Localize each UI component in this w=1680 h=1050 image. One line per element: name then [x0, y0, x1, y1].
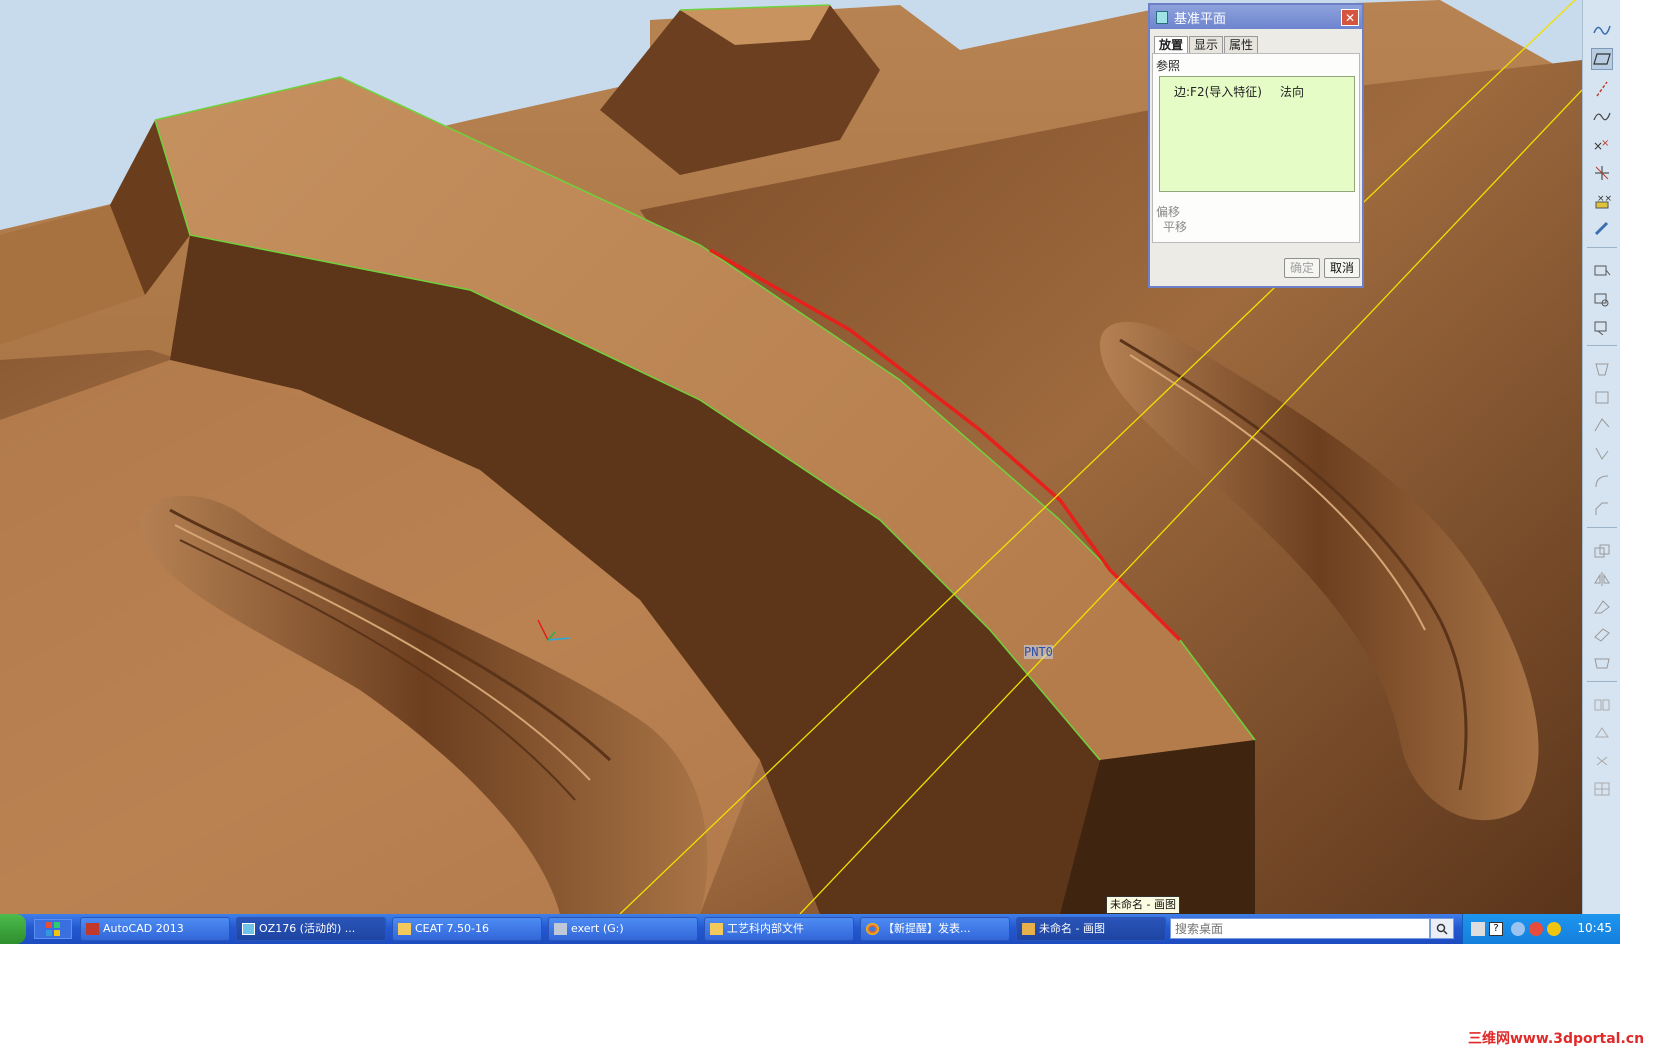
svg-text:××: ××	[1597, 194, 1611, 204]
pattern-tool-icon[interactable]	[1591, 694, 1613, 716]
copy-tool-icon[interactable]	[1591, 540, 1613, 562]
taskbar-item-folder-internal[interactable]: 工艺科内部文件	[704, 917, 854, 941]
cancel-button[interactable]: 取消	[1324, 258, 1360, 278]
search-icon[interactable]	[1430, 918, 1454, 939]
ok-button[interactable]: 确定	[1284, 258, 1320, 278]
paint-icon	[1022, 923, 1035, 935]
sketched-curve-tool-icon[interactable]	[1591, 106, 1613, 128]
extrude-tool-icon[interactable]	[1591, 260, 1613, 282]
coordinate-system-tool-icon[interactable]	[1591, 162, 1613, 184]
watermark-text: 三维网www.3dportal.cn	[1468, 1031, 1645, 1047]
desktop-search-input[interactable]	[1170, 918, 1430, 939]
taskbar-item-autocad[interactable]: AutoCAD 2013	[80, 917, 230, 941]
grid-tool-icon[interactable]	[1591, 778, 1613, 800]
datum-axis-tool-icon[interactable]	[1591, 78, 1613, 100]
taskbar-tooltip: 未命名 - 画图	[1106, 896, 1180, 914]
rib-tool-icon[interactable]	[1591, 414, 1613, 436]
security-icon[interactable]	[1529, 922, 1543, 936]
placement-panel: 参照 边:F2(导入特征) 法向 偏移 平移	[1152, 53, 1360, 243]
reference-direction-select[interactable]: 法向	[1280, 85, 1304, 99]
autocad-icon	[86, 923, 99, 935]
references-label: 参照	[1156, 59, 1181, 73]
shell-tool-icon[interactable]	[1591, 386, 1613, 408]
offset-tool-icon[interactable]	[1591, 722, 1613, 744]
sweep-tool-icon[interactable]	[1591, 316, 1613, 338]
folder-icon	[398, 923, 411, 935]
tab-properties[interactable]: 属性	[1224, 36, 1259, 54]
chamfer-tool-icon[interactable]	[1591, 498, 1613, 520]
dialog-title: 基准平面	[1174, 11, 1227, 27]
taskbar-item-proe-active[interactable]: OZ176 (活动的) ...	[236, 917, 386, 941]
trim-tool-icon[interactable]	[1591, 624, 1613, 646]
intersect-tool-icon[interactable]	[1591, 750, 1613, 772]
taskbar-item-drive-exert[interactable]: exert (G:)	[548, 917, 698, 941]
datum-point-tool-icon[interactable]: × ×	[1591, 134, 1613, 156]
start-button[interactable]	[0, 914, 26, 944]
proe-window-icon	[242, 923, 255, 935]
fill-tool-icon[interactable]	[1591, 652, 1613, 674]
close-icon[interactable]: ✕	[1341, 9, 1359, 26]
datum-point-label[interactable]: PNT0	[1024, 645, 1053, 659]
system-tray: ? 10:45	[1462, 914, 1620, 944]
references-collector[interactable]: 边:F2(导入特征) 法向	[1159, 76, 1355, 192]
mirror-tool-icon[interactable]	[1591, 568, 1613, 590]
tab-placement[interactable]: 放置	[1154, 36, 1189, 54]
folder-icon	[710, 923, 723, 935]
quick-launch-icon[interactable]	[34, 919, 72, 939]
merge-tool-icon[interactable]	[1591, 596, 1613, 618]
hole-tool-icon[interactable]	[1591, 358, 1613, 380]
taskbar-item-folder-ceat[interactable]: CEAT 7.50-16	[392, 917, 542, 941]
chevron-left-icon[interactable]	[1511, 922, 1525, 936]
reference-entry[interactable]: 边:F2(导入特征)	[1174, 85, 1262, 99]
datum-plane-tool-icon[interactable]	[1591, 48, 1613, 70]
dialog-tabs: 放置 显示 属性	[1150, 29, 1362, 54]
analysis-feature-tool-icon[interactable]: ××	[1591, 190, 1613, 212]
keyboard-icon[interactable]	[1471, 922, 1485, 936]
datum-display-toggle-icon[interactable]	[1591, 18, 1613, 40]
taskbar-item-browser[interactable]: 【新提醒】发表...	[860, 917, 1010, 941]
dialog-app-icon	[1156, 10, 1168, 24]
network-icon[interactable]	[1547, 922, 1561, 936]
drive-icon	[554, 923, 567, 935]
chain-tool-icon[interactable]	[1591, 218, 1613, 240]
help-icon[interactable]: ?	[1489, 922, 1503, 936]
tab-display[interactable]: 显示	[1189, 36, 1224, 54]
translate-label: 平移	[1163, 220, 1188, 234]
taskbar-item-paint[interactable]: 未命名 - 画图	[1016, 917, 1166, 941]
svg-text:×: ×	[1601, 138, 1609, 149]
round-tool-icon[interactable]	[1591, 470, 1613, 492]
windows-taskbar: AutoCAD 2013 OZ176 (活动的) ... CEAT 7.50-1…	[0, 914, 1620, 944]
dialog-titlebar[interactable]: 基准平面	[1150, 5, 1362, 29]
draft-tool-icon[interactable]	[1591, 442, 1613, 464]
right-feature-toolbar: × × ××	[1582, 0, 1620, 914]
revolve-tool-icon[interactable]	[1591, 288, 1613, 310]
chrome-icon	[866, 923, 879, 935]
clock[interactable]: 10:45	[1577, 921, 1612, 935]
datum-plane-dialog: 基准平面 ✕ 放置 显示 属性 参照 边:F2(导入特征) 法向 偏移 平移 确定…	[1148, 3, 1364, 288]
